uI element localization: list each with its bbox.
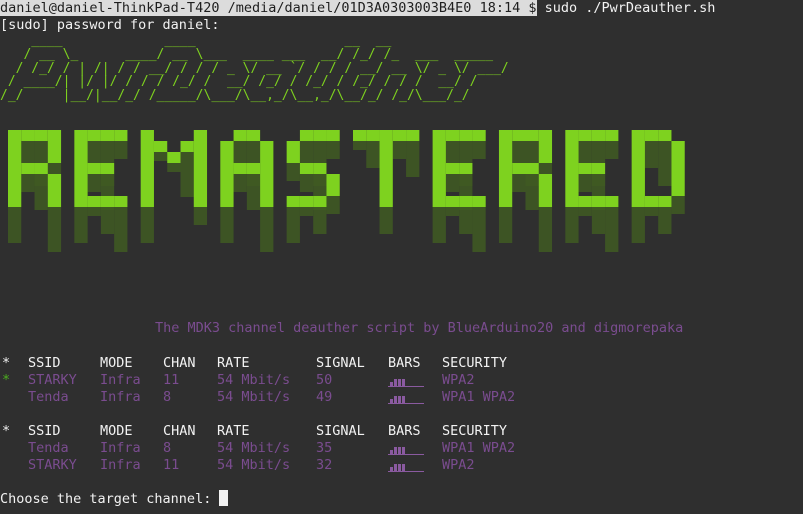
column-header-star: *: [2, 355, 11, 371]
cell-mode: Infra: [100, 440, 141, 456]
sudo-prompt: [sudo] password for daniel:: [0, 17, 220, 33]
signal-bars-icon: [388, 445, 424, 455]
column-header-rate: RATE: [217, 355, 250, 371]
channel-prompt-label: Choose the target channel:: [0, 491, 212, 507]
cell-ssid: STARKY: [28, 372, 77, 388]
cell-mode: Infra: [100, 372, 141, 388]
remastered-logo-graphic: [8, 130, 685, 252]
cell-rate: 54 Mbit/s: [217, 372, 291, 388]
signal-bars-icon: [388, 394, 424, 404]
cell-mode: Infra: [100, 389, 141, 405]
cell-security: WPA1 WPA2: [442, 389, 516, 405]
cell-chan: 8: [163, 440, 172, 456]
prompt-path: /media/daniel/01D3A0303003B4E0: [227, 0, 472, 16]
cell-security: WPA1 WPA2: [442, 440, 516, 456]
cell-ssid: Tenda: [28, 440, 69, 456]
cell-chan: 8: [163, 389, 172, 405]
prompt-user-host: daniel@daniel-ThinkPad-T420: [0, 0, 220, 16]
command-text: sudo ./PwrDeauther.sh: [544, 0, 716, 16]
column-header-chan: CHAN: [163, 355, 196, 371]
command-line: daniel@daniel-ThinkPad-T420 /media/danie…: [0, 0, 715, 17]
cell-security: WPA2: [442, 372, 475, 388]
prompt-symbol: $: [528, 0, 537, 16]
column-header-mode: MODE: [100, 355, 133, 371]
cell-signal: 35: [316, 440, 333, 456]
cell-signal: 50: [316, 372, 333, 388]
ascii-logo: ____ ____ __ __ / __ \_ ____/ __ \___ __…: [0, 33, 509, 104]
column-header-security: SECURITY: [442, 423, 508, 439]
remastered-logo: [8, 130, 698, 290]
cell-signal: 32: [316, 457, 333, 473]
cell-rate: 54 Mbit/s: [217, 389, 291, 405]
cell-mode: Infra: [100, 457, 141, 473]
column-header-bars: BARS: [388, 355, 421, 371]
column-header-bars: BARS: [388, 423, 421, 439]
column-header-ssid: SSID: [28, 355, 61, 371]
signal-bars-icon: [388, 462, 424, 472]
column-header-rate: RATE: [217, 423, 250, 439]
column-header-star: *: [2, 423, 11, 439]
column-header-mode: MODE: [100, 423, 133, 439]
column-header-ssid: SSID: [28, 423, 61, 439]
text-cursor: [219, 490, 229, 506]
cell-marker: *: [2, 372, 11, 388]
cell-ssid: Tenda: [28, 389, 69, 405]
signal-bars-icon: [388, 377, 424, 387]
cell-ssid: STARKY: [28, 457, 77, 473]
tagline: The MDK3 channel deauther script by Blue…: [155, 320, 684, 336]
cell-rate: 54 Mbit/s: [217, 440, 291, 456]
column-header-chan: CHAN: [163, 423, 196, 439]
cell-signal: 49: [316, 389, 333, 405]
cell-chan: 11: [163, 457, 180, 473]
channel-prompt-line[interactable]: Choose the target channel:: [0, 490, 229, 507]
column-header-security: SECURITY: [442, 355, 508, 371]
terminal-window[interactable]: daniel@daniel-ThinkPad-T420 /media/danie…: [0, 0, 803, 514]
cell-security: WPA2: [442, 457, 475, 473]
cell-rate: 54 Mbit/s: [217, 457, 291, 473]
column-header-signal: SIGNAL: [316, 423, 365, 439]
prompt-time: 18:14: [479, 0, 521, 16]
cell-chan: 11: [163, 372, 180, 388]
column-header-signal: SIGNAL: [316, 355, 365, 371]
